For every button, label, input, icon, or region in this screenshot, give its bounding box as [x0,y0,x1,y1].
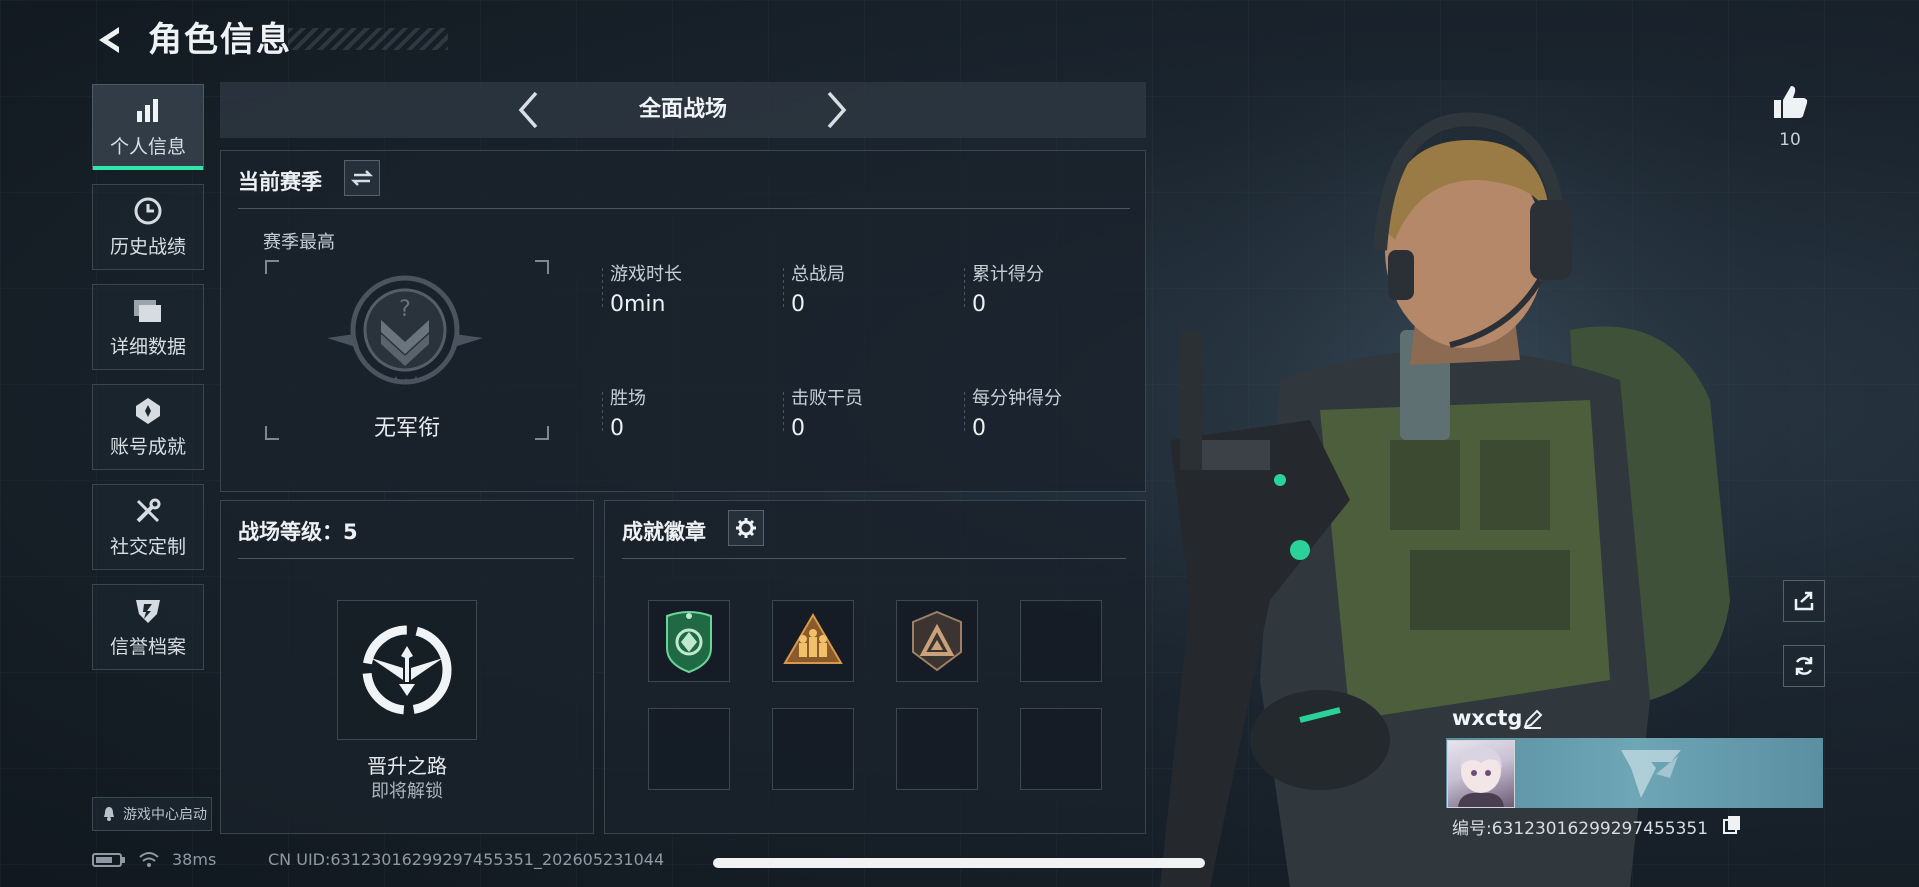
title-decoration [288,28,448,50]
stat-label: 累计得分 [972,264,1044,285]
game-center-label: 游戏中心启动 [123,807,207,823]
stat-value: 0 [972,292,986,317]
season-best-label: 赛季最高 [263,232,335,253]
sidebar-item-label: 社交定制 [109,535,186,558]
stat-value: 0min [610,292,666,317]
sidebar-item-label: 账号成就 [109,435,186,458]
badge-slot-empty[interactable] [648,708,730,790]
promotion-path-button[interactable] [337,600,477,740]
badge-slot[interactable] [772,600,854,682]
sidebar-item-label: 历史战绩 [109,235,186,258]
stat-divider [783,268,784,308]
stat-divider [602,392,603,432]
sidebar-item-achievements[interactable]: 账号成就 [92,384,204,470]
badge-slot-empty[interactable] [1020,708,1102,790]
bronze-triangle-badge-icon [912,610,962,672]
bar-chart-icon [131,96,165,126]
stat-value: 0 [972,416,986,441]
stat-value: 0 [791,292,805,317]
status-bar: 38ms [92,850,216,869]
sidebar-item-label: 个人信息 [109,135,186,158]
sidebar-item-label: 详细数据 [109,335,186,358]
promotion-path-status: 即将解锁 [371,781,443,802]
achievement-icon [131,396,165,426]
badge-slot[interactable] [648,600,730,682]
frame-corner [535,260,549,274]
frame-corner [265,260,279,274]
tools-icon [131,496,165,526]
eagle-emblem-icon [362,625,452,715]
level-title: 战场等级：5 [238,520,358,544]
chevron-left-icon [518,91,538,129]
username: wxctg [1452,706,1523,730]
game-center-button[interactable]: 游戏中心启动 [92,797,212,831]
bell-icon [104,807,114,821]
badge-slot[interactable] [896,600,978,682]
svg-text:?: ? [399,297,411,322]
sidebar-item-label: 信誉档案 [109,635,186,658]
promotion-path-name: 晋升之路 [367,754,447,778]
clock-icon [131,196,165,226]
edit-name-button[interactable] [1522,708,1546,732]
refresh-icon [1795,657,1813,675]
swap-icon [351,170,373,186]
stat-divider [783,392,784,432]
green-shield-badge-icon [666,611,712,674]
like-button[interactable] [1764,76,1816,128]
back-button[interactable] [88,18,132,62]
copy-icon [1723,816,1740,834]
sidebar-item-details[interactable]: 详细数据 [92,284,204,370]
stat-value: 0 [791,416,805,441]
stat-value: 0 [610,416,624,441]
stat-label: 每分钟得分 [972,388,1062,409]
sidebar-item-personal-info[interactable]: 个人信息 [92,84,204,170]
next-mode-button[interactable] [812,86,860,134]
shield-icon [131,596,165,626]
home-indicator[interactable] [713,858,1205,868]
gear-icon [736,518,756,538]
stat-divider [602,268,603,308]
stat-divider [964,268,965,308]
badge-slot-empty[interactable] [1020,600,1102,682]
share-icon [1794,591,1814,611]
season-switch-button[interactable] [344,160,380,196]
avatar[interactable] [1447,740,1515,808]
rank-emblem-icon: ? [325,272,485,392]
player-id: 编号:63123016299297455351 [1452,819,1709,839]
badge-slot-empty[interactable] [896,708,978,790]
folder-icon [131,296,165,326]
prev-mode-button[interactable] [505,86,553,134]
season-title: 当前赛季 [238,170,322,194]
refresh-button[interactable] [1783,645,1825,687]
sidebar-item-history[interactable]: 历史战绩 [92,184,204,270]
sidebar-item-reputation[interactable]: 信誉档案 [92,584,204,670]
stat-label: 游戏时长 [610,264,682,285]
stat-label: 击败干员 [791,388,863,409]
mode-title: 全面战场 [638,97,727,122]
stat-divider [964,392,965,432]
latency: 38ms [172,850,217,869]
battery-icon [92,852,125,867]
thumbs-up-icon [1774,86,1808,118]
cn-uid: CN UID:63123016299297455351_202605231044 [268,850,665,869]
badges-title: 成就徽章 [622,520,706,544]
badge-slot-empty[interactable] [772,708,854,790]
wifi-icon [139,851,159,867]
badges-divider [622,558,1126,559]
page-title: 角色信息 [148,20,292,60]
back-arrow-icon [99,27,119,53]
sidebar-item-social[interactable]: 社交定制 [92,484,204,570]
pencil-icon [1523,709,1543,729]
copy-id-button[interactable] [1722,814,1744,836]
rank-name: 无军衔 [373,416,440,441]
stat-label: 总战局 [791,264,845,285]
gold-soldiers-badge-icon [783,613,843,664]
season-divider [238,208,1130,209]
level-divider [238,558,574,559]
share-button[interactable] [1783,580,1825,622]
badges-settings-button[interactable] [728,510,764,546]
like-count: 10 [1779,130,1801,150]
stat-label: 胜场 [610,388,646,409]
chevron-right-icon [827,91,847,129]
